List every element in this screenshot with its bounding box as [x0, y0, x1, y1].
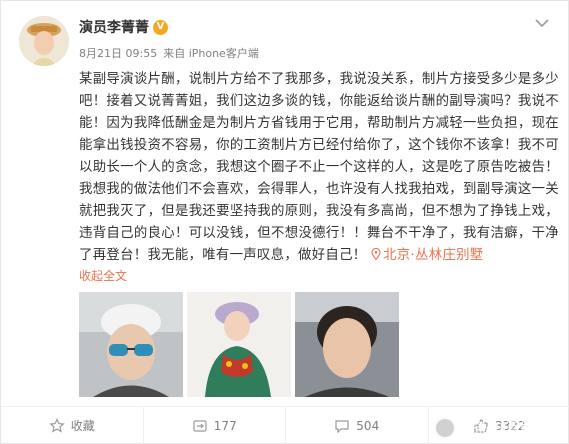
- portrait-costume-photo: [187, 292, 291, 397]
- post-image-1[interactable]: [79, 292, 183, 397]
- post-source: 来自 iPhone客户端: [163, 47, 259, 60]
- watermark-text: 头条 @百姓情怀: [459, 421, 562, 437]
- location-link[interactable]: 北京·丛林庄别墅: [371, 248, 483, 263]
- collapse-full-text-link[interactable]: 收起全文: [79, 267, 127, 284]
- chevron-down-icon[interactable]: [534, 17, 550, 29]
- author-row: 演员李菁菁 V: [79, 17, 168, 37]
- comment-icon: [335, 419, 349, 433]
- repost-icon: [193, 419, 207, 432]
- location-pin-icon: [371, 248, 381, 260]
- selfie-car-photo: [295, 292, 399, 397]
- location-label: 北京·丛林庄别墅: [383, 248, 484, 263]
- author-name[interactable]: 演员李菁菁: [79, 17, 149, 37]
- author-avatar[interactable]: [19, 16, 69, 66]
- comment-button[interactable]: 504: [286, 407, 429, 444]
- post-date[interactable]: 8月21日 09:55: [79, 45, 157, 61]
- post-body: 某副导演谈片酬，说制片方给不了我那多，我说没关系，制片方接受多少是多少吧！接着又…: [79, 69, 559, 267]
- comment-count: 504: [356, 418, 380, 433]
- repost-count: 177: [213, 418, 237, 433]
- weibo-post-card: 演员李菁菁 V 8月21日 09:55 来自 iPhone客户端 某副导演谈片酬…: [0, 0, 569, 444]
- favorite-label: 收藏: [70, 419, 95, 433]
- repost-button[interactable]: 177: [144, 407, 286, 444]
- watermark: 头条 @百姓情怀: [433, 417, 562, 439]
- verified-badge-icon: V: [153, 19, 168, 35]
- avatar-image: [19, 16, 69, 66]
- post-body-text: 某副导演谈片酬，说制片方给不了我那多，我说没关系，制片方接受多少是多少吧！接着又…: [79, 72, 559, 263]
- post-image-3[interactable]: [295, 292, 399, 397]
- favorite-button[interactable]: 收藏: [1, 407, 144, 444]
- watermark-logo-icon: [433, 417, 456, 439]
- post-image-2[interactable]: [187, 292, 291, 397]
- selfie-sunglasses-photo: [79, 292, 183, 397]
- post-meta: 8月21日 09:55 来自 iPhone客户端: [79, 45, 259, 61]
- star-icon: [49, 417, 65, 433]
